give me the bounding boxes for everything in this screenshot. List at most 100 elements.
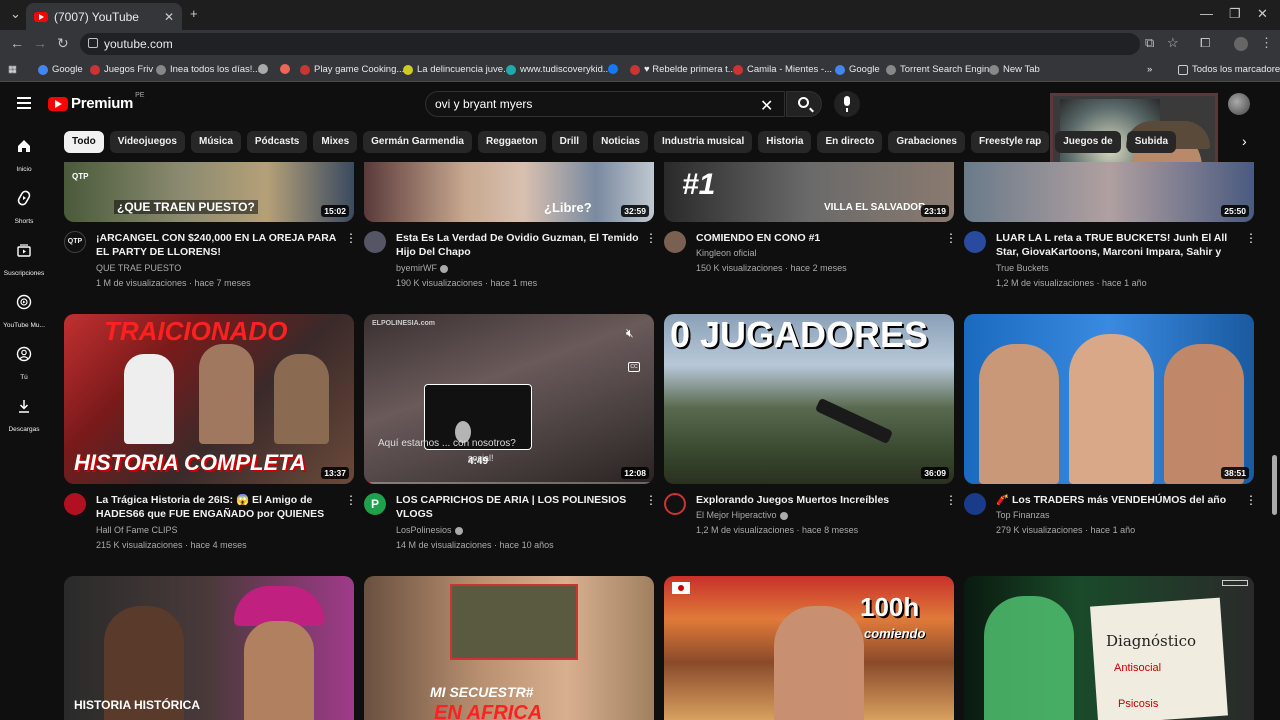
sidebar-item-youtube-music[interactable]: YouTube Mu... [0, 294, 48, 332]
video-thumbnail[interactable]: HISTORIA HISTÓRICA [64, 576, 354, 720]
close-window-icon[interactable]: ✕ [1257, 6, 1268, 22]
more-options-icon[interactable]: ⋮ [1245, 231, 1257, 245]
more-options-icon[interactable]: ⋮ [645, 493, 657, 507]
video-title[interactable]: Esta Es La Verdad De Ovidio Guzman, El T… [396, 231, 640, 259]
chip-juegos-de[interactable]: Juegos de [1055, 131, 1121, 153]
reload-icon[interactable]: ↻ [57, 35, 69, 52]
chip-en-directo[interactable]: En directo [817, 131, 883, 153]
channel-name[interactable]: Top Finanzas [996, 510, 1050, 520]
bookmark-facebook[interactable] [608, 64, 622, 74]
chip-musica[interactable]: Música [190, 131, 241, 153]
video-thumbnail[interactable]: 0 JUGADORES 36:09 [664, 314, 954, 484]
channel-avatar[interactable] [964, 231, 986, 253]
chip-reggaeton[interactable]: Reggaeton [477, 131, 546, 153]
bookmark-rebelde[interactable]: ♥ Rebelde primera t... [630, 64, 736, 75]
bookmark-play-game[interactable]: Play game Cooking... [300, 64, 404, 75]
chip-drill[interactable]: Drill [551, 131, 588, 153]
more-bookmarks-icon[interactable]: » [1147, 64, 1152, 75]
video-title[interactable]: Explorando Juegos Muertos Increíbles [696, 493, 940, 507]
voice-search-icon[interactable] [834, 91, 860, 117]
video-thumbnail[interactable]: #1 VILLA EL SALVADOR 23:19 [664, 162, 954, 222]
channel-avatar[interactable]: P [364, 493, 386, 515]
chip-podcasts[interactable]: Pódcasts [246, 131, 308, 153]
channel-name[interactable]: byemirWF [396, 263, 448, 273]
video-title[interactable]: COMIENDO EN CONO #1 [696, 231, 940, 245]
video-thumbnail[interactable]: 100h comiendo [664, 576, 954, 720]
bookmark-discovery[interactable]: www.tudiscoverykid... [506, 64, 611, 75]
video-thumbnail[interactable]: ¿Libre? 32:59 [364, 162, 654, 222]
maximize-icon[interactable]: ❐ [1229, 6, 1241, 22]
bookmark-globe[interactable] [258, 64, 272, 74]
extensions-icon[interactable]: ⧠ [1200, 35, 1210, 51]
page-scrollbar[interactable] [1272, 455, 1277, 515]
sidebar-item-you[interactable]: Tú [0, 346, 48, 384]
chip-german-garmendia[interactable]: Germán Garmendia [363, 131, 472, 153]
video-title[interactable]: La Trágica Historia de 26IS: 😱 El Amigo … [96, 493, 340, 523]
new-tab-icon[interactable]: + [190, 6, 198, 21]
bookmark-google-2[interactable]: Google [835, 64, 880, 75]
channel-name[interactable]: Hall Of Fame CLIPS [96, 525, 178, 535]
url-field[interactable]: youtube.com [80, 33, 1140, 55]
bookmark-star-icon[interactable]: ☆ [1167, 35, 1179, 51]
video-title[interactable]: ¡ARCANGEL CON $240,000 EN LA OREJA PARA … [96, 231, 340, 259]
bookmark-juegos-friv[interactable]: Juegos Friv [90, 64, 153, 75]
youtube-logo[interactable]: Premium PE [48, 92, 144, 112]
video-thumbnail[interactable]: 25:50 [964, 162, 1254, 222]
all-bookmarks[interactable]: Todos los marcadores [1178, 64, 1280, 75]
more-options-icon[interactable]: ⋮ [945, 493, 957, 507]
search-input[interactable]: ovi y bryant myers [425, 91, 785, 117]
channel-avatar[interactable] [364, 231, 386, 253]
apps-icon[interactable]: ▦ [8, 64, 17, 75]
clear-search-icon[interactable]: ✕ [760, 96, 773, 116]
video-thumbnail[interactable]: TRAICIONADO HISTORIA COMPLETA 13:37 [64, 314, 354, 484]
chip-historia[interactable]: Historia [758, 131, 812, 153]
channel-avatar[interactable] [664, 231, 686, 253]
chip-freestyle-rap[interactable]: Freestyle rap [970, 131, 1050, 153]
tab-search-icon[interactable]: ⌄ [10, 6, 21, 22]
browser-tab[interactable]: (7007) YouTube ✕ [26, 3, 182, 30]
channel-name[interactable]: QUE TRAE PUESTO [96, 263, 181, 273]
account-avatar[interactable] [1228, 93, 1250, 115]
chip-videojuegos[interactable]: Videojuegos [109, 131, 185, 153]
mute-icon[interactable]: 🔇︎ [626, 326, 634, 341]
channel-name[interactable]: True Buckets [996, 263, 1049, 273]
video-thumbnail[interactable]: 38:51 [964, 314, 1254, 484]
chip-mixes[interactable]: Mixes [313, 131, 358, 153]
sidebar-item-shorts[interactable]: Shorts [0, 190, 48, 228]
video-thumbnail[interactable]: MI SECUESTR# EN AFRICA [364, 576, 654, 720]
channel-avatar[interactable] [964, 493, 986, 515]
bookmark-google[interactable]: Google [38, 64, 83, 75]
back-icon[interactable]: ← [10, 35, 24, 51]
channel-name[interactable]: LosPolinesios [396, 525, 463, 535]
bookmark-inea[interactable]: Inea todos los días!... [156, 64, 260, 75]
bookmark-delincuencia[interactable]: La delincuencia juve... [403, 64, 511, 75]
video-title[interactable]: LUAR LA L reta a TRUE BUCKETS! Junh El A… [996, 231, 1240, 261]
progress-track[interactable] [364, 482, 654, 484]
forward-icon[interactable]: → [33, 35, 47, 51]
close-tab-icon[interactable]: ✕ [164, 10, 174, 24]
chevron-right-icon[interactable]: › [1242, 133, 1247, 149]
video-thumbnail[interactable]: QTP ¿QUE TRAEN PUESTO? 15:02 [64, 162, 354, 222]
captions-icon[interactable]: CC [628, 362, 640, 372]
chip-todo[interactable]: Todo [64, 131, 104, 153]
bookmark-camila[interactable]: Camila - Mientes -... [733, 64, 832, 75]
channel-avatar[interactable]: QTP [64, 231, 86, 253]
bookmark-new-tab[interactable]: New Tab [989, 64, 1040, 75]
menu-icon[interactable] [17, 97, 31, 109]
more-options-icon[interactable]: ⋮ [345, 231, 357, 245]
more-options-icon[interactable]: ⋮ [345, 493, 357, 507]
chrome-menu-icon[interactable]: ⋮ [1260, 35, 1273, 51]
profile-avatar[interactable] [1234, 37, 1248, 51]
bookmark-torrent[interactable]: Torrent Search Engine [886, 64, 995, 75]
sidebar-item-subscriptions[interactable]: Suscripciones [0, 242, 48, 280]
sidebar-item-downloads[interactable]: Descargas [0, 398, 48, 436]
chip-subida[interactable]: Subida [1126, 131, 1177, 153]
more-options-icon[interactable]: ⋮ [945, 231, 957, 245]
video-thumbnail[interactable]: Diagnóstico Antisocial Psicosis [964, 576, 1254, 720]
search-button[interactable] [786, 91, 822, 117]
channel-avatar[interactable] [664, 493, 686, 515]
video-title[interactable]: LOS CAPRICHOS DE ARIA | LOS POLINESIOS V… [396, 493, 640, 521]
more-options-icon[interactable]: ⋮ [1245, 493, 1257, 507]
channel-avatar[interactable] [64, 493, 86, 515]
sidebar-item-home[interactable]: Inicio [0, 138, 48, 176]
